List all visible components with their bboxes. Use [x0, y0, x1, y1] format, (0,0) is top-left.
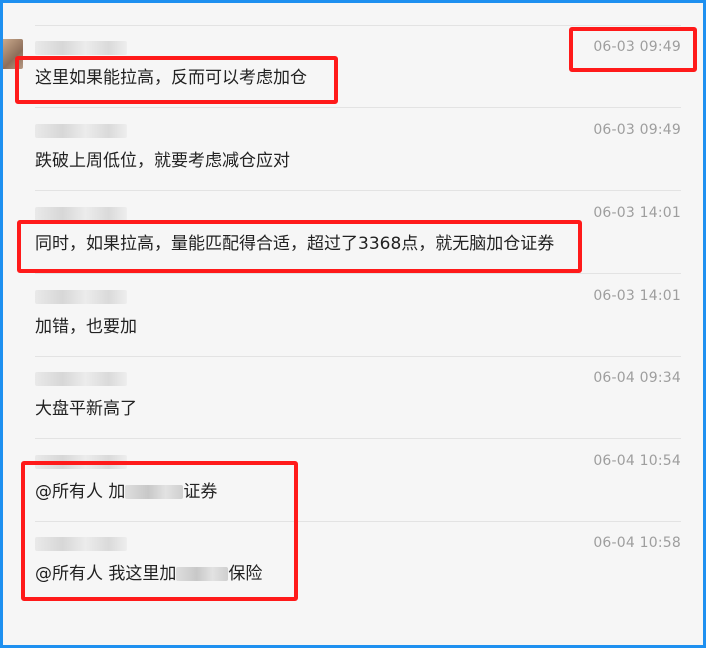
message-time: 06-04 10:58 — [593, 535, 681, 551]
sender-name-redacted — [35, 207, 127, 221]
chat-message: 06-04 09:34 大盘平新高了 — [35, 356, 681, 439]
message-text: 跌破上周低位，就要考虑减仓应对 — [35, 151, 290, 171]
chat-message: 06-03 14:01 加错，也要加 — [35, 274, 681, 357]
message-time: 06-03 14:01 — [593, 288, 681, 304]
sender-name-redacted — [35, 41, 127, 55]
message-text: 加错，也要加 — [35, 317, 137, 337]
message-time: 06-04 09:34 — [593, 370, 681, 386]
message-text: 大盘平新高了 — [35, 399, 137, 419]
message-time: 06-04 10:54 — [593, 453, 681, 469]
highlight-box-message — [15, 56, 338, 104]
chat-window: 06-03 09:49 这里如果能拉高，反而可以考虑加仓 06-03 09:49… — [0, 0, 706, 648]
sender-name-redacted — [35, 290, 127, 304]
message-time: 06-03 09:49 — [593, 122, 681, 138]
message-time: 06-03 14:01 — [593, 205, 681, 221]
chat-message: 06-03 09:49 跌破上周低位，就要考虑减仓应对 — [35, 108, 681, 191]
highlight-box-messages — [21, 461, 298, 601]
highlight-box-time — [569, 27, 697, 72]
sender-name-redacted — [35, 124, 127, 138]
sender-name-redacted — [35, 372, 127, 386]
highlight-box-message — [17, 220, 582, 273]
